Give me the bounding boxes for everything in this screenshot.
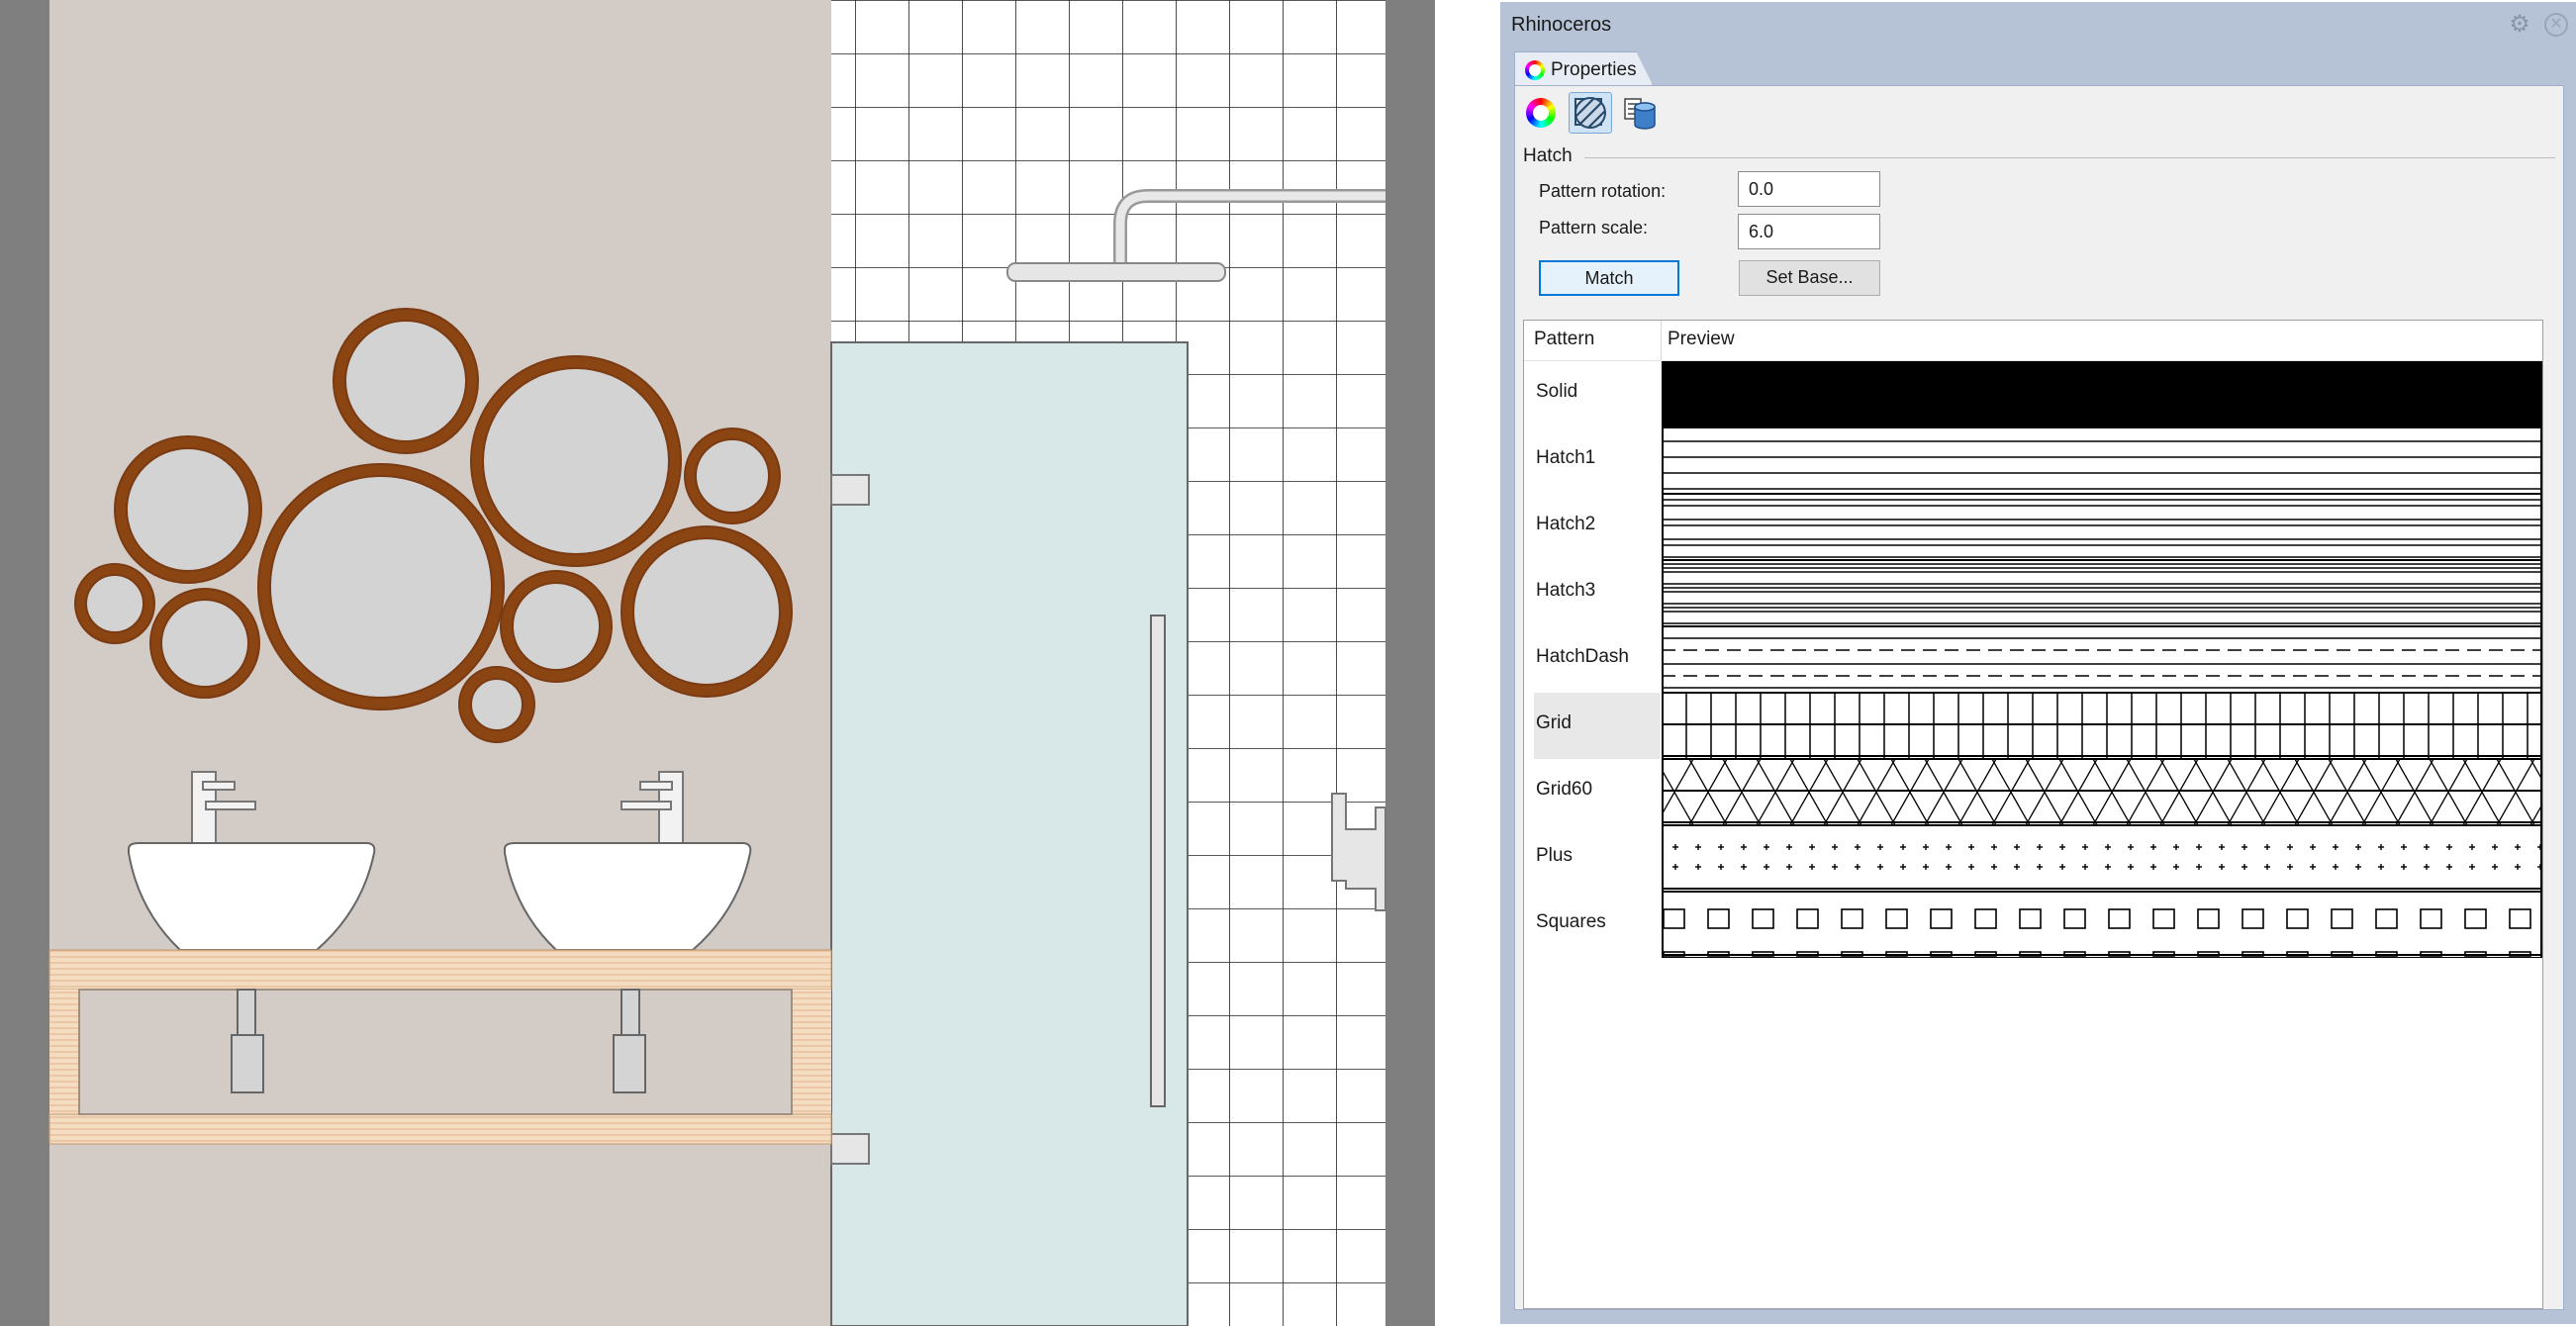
pattern-preview-grid60	[1662, 759, 2542, 825]
pattern-preview-solid	[1662, 361, 2542, 427]
pattern-scale-label: Pattern scale:	[1539, 218, 1649, 237]
pattern-name: Squares	[1536, 911, 1606, 932]
left-wall-section	[0, 0, 49, 1326]
door-hinge-bottom	[830, 1133, 870, 1165]
pattern-row-solid[interactable]: Solid	[1534, 361, 2543, 427]
gear-icon[interactable]: ⚙	[2507, 12, 2532, 38]
pattern-row-grid[interactable]: Grid	[1534, 693, 2543, 759]
hatch-icon	[1574, 97, 1606, 129]
layers-icon	[1624, 98, 1656, 130]
pattern-preview-hatchdash	[1662, 626, 2542, 693]
column-divider	[1661, 321, 1662, 360]
pattern-row-squares[interactable]: Squares	[1534, 892, 2543, 958]
tab-properties[interactable]: Properties	[1514, 51, 1653, 85]
hatch-section-label: Hatch	[1523, 145, 1573, 166]
match-button[interactable]: Match	[1539, 260, 1679, 296]
pattern-preview-squares	[1662, 892, 2542, 958]
hatch-properties-button[interactable]	[1569, 92, 1612, 134]
properties-content: Hatch Pattern rotation: Pattern scale: M…	[1514, 85, 2564, 1310]
section-divider	[1584, 157, 2555, 158]
set-base-button[interactable]: Set Base...	[1739, 260, 1880, 296]
pattern-name: Hatch3	[1536, 580, 1596, 601]
pattern-name: Plus	[1536, 845, 1573, 866]
tab-label: Properties	[1551, 59, 1637, 80]
pattern-rotation-label: Pattern rotation:	[1539, 181, 1667, 201]
object-properties-button[interactable]	[1519, 92, 1563, 134]
pattern-scale-input[interactable]	[1738, 214, 1880, 249]
vanity-counter	[48, 949, 832, 1145]
pattern-name: Hatch2	[1536, 514, 1596, 534]
pattern-row-hatch3[interactable]: Hatch3	[1534, 560, 2543, 626]
panel-title: Rhinoceros	[1511, 14, 1612, 36]
door-handle	[1150, 615, 1166, 1107]
pattern-preview-hatch1	[1662, 427, 2542, 494]
pattern-row-plus[interactable]: Plus	[1534, 825, 2543, 892]
pattern-row-hatch1[interactable]: Hatch1	[1534, 427, 2543, 494]
hatch-pattern-list[interactable]: Pattern Preview Solid Hatch1 Hatch2 Hatch3 H…	[1523, 320, 2543, 1309]
pattern-row-grid60[interactable]: Grid60	[1534, 759, 2543, 825]
tab-strip: Properties	[1514, 51, 2564, 85]
panel-titlebar: Rhinoceros ⚙ ✕	[1500, 2, 2576, 51]
pattern-row-hatchdash[interactable]: HatchDash	[1534, 626, 2543, 693]
color-wheel-icon	[1525, 60, 1545, 80]
pattern-name: Grid	[1536, 712, 1572, 733]
door-hinge-top	[830, 474, 870, 506]
layer-properties-button[interactable]	[1618, 92, 1662, 134]
pattern-preview-plus	[1662, 825, 2542, 892]
column-header-pattern[interactable]: Pattern	[1534, 329, 1594, 350]
close-icon[interactable]: ✕	[2544, 13, 2568, 37]
pattern-rotation-input[interactable]	[1738, 171, 1880, 207]
shower-head	[1006, 262, 1226, 282]
rhino-viewport[interactable]	[0, 0, 1435, 1326]
pattern-name: Grid60	[1536, 779, 1593, 800]
glass-door	[830, 341, 1189, 1326]
pattern-preview-hatch2	[1662, 494, 2542, 560]
pattern-preview-hatch3	[1662, 560, 2542, 626]
column-header-preview[interactable]: Preview	[1668, 329, 1735, 350]
properties-panel: Rhinoceros ⚙ ✕ Properties Hatch Pattern …	[1500, 2, 2576, 1324]
pattern-name: HatchDash	[1536, 646, 1629, 667]
pattern-row-hatch2[interactable]: Hatch2	[1534, 494, 2543, 560]
pattern-name: Solid	[1536, 381, 1578, 402]
color-wheel-icon	[1526, 98, 1556, 128]
pattern-name: Hatch1	[1536, 447, 1596, 468]
right-wall-section	[1385, 0, 1435, 1326]
pattern-preview-grid	[1662, 693, 2542, 759]
